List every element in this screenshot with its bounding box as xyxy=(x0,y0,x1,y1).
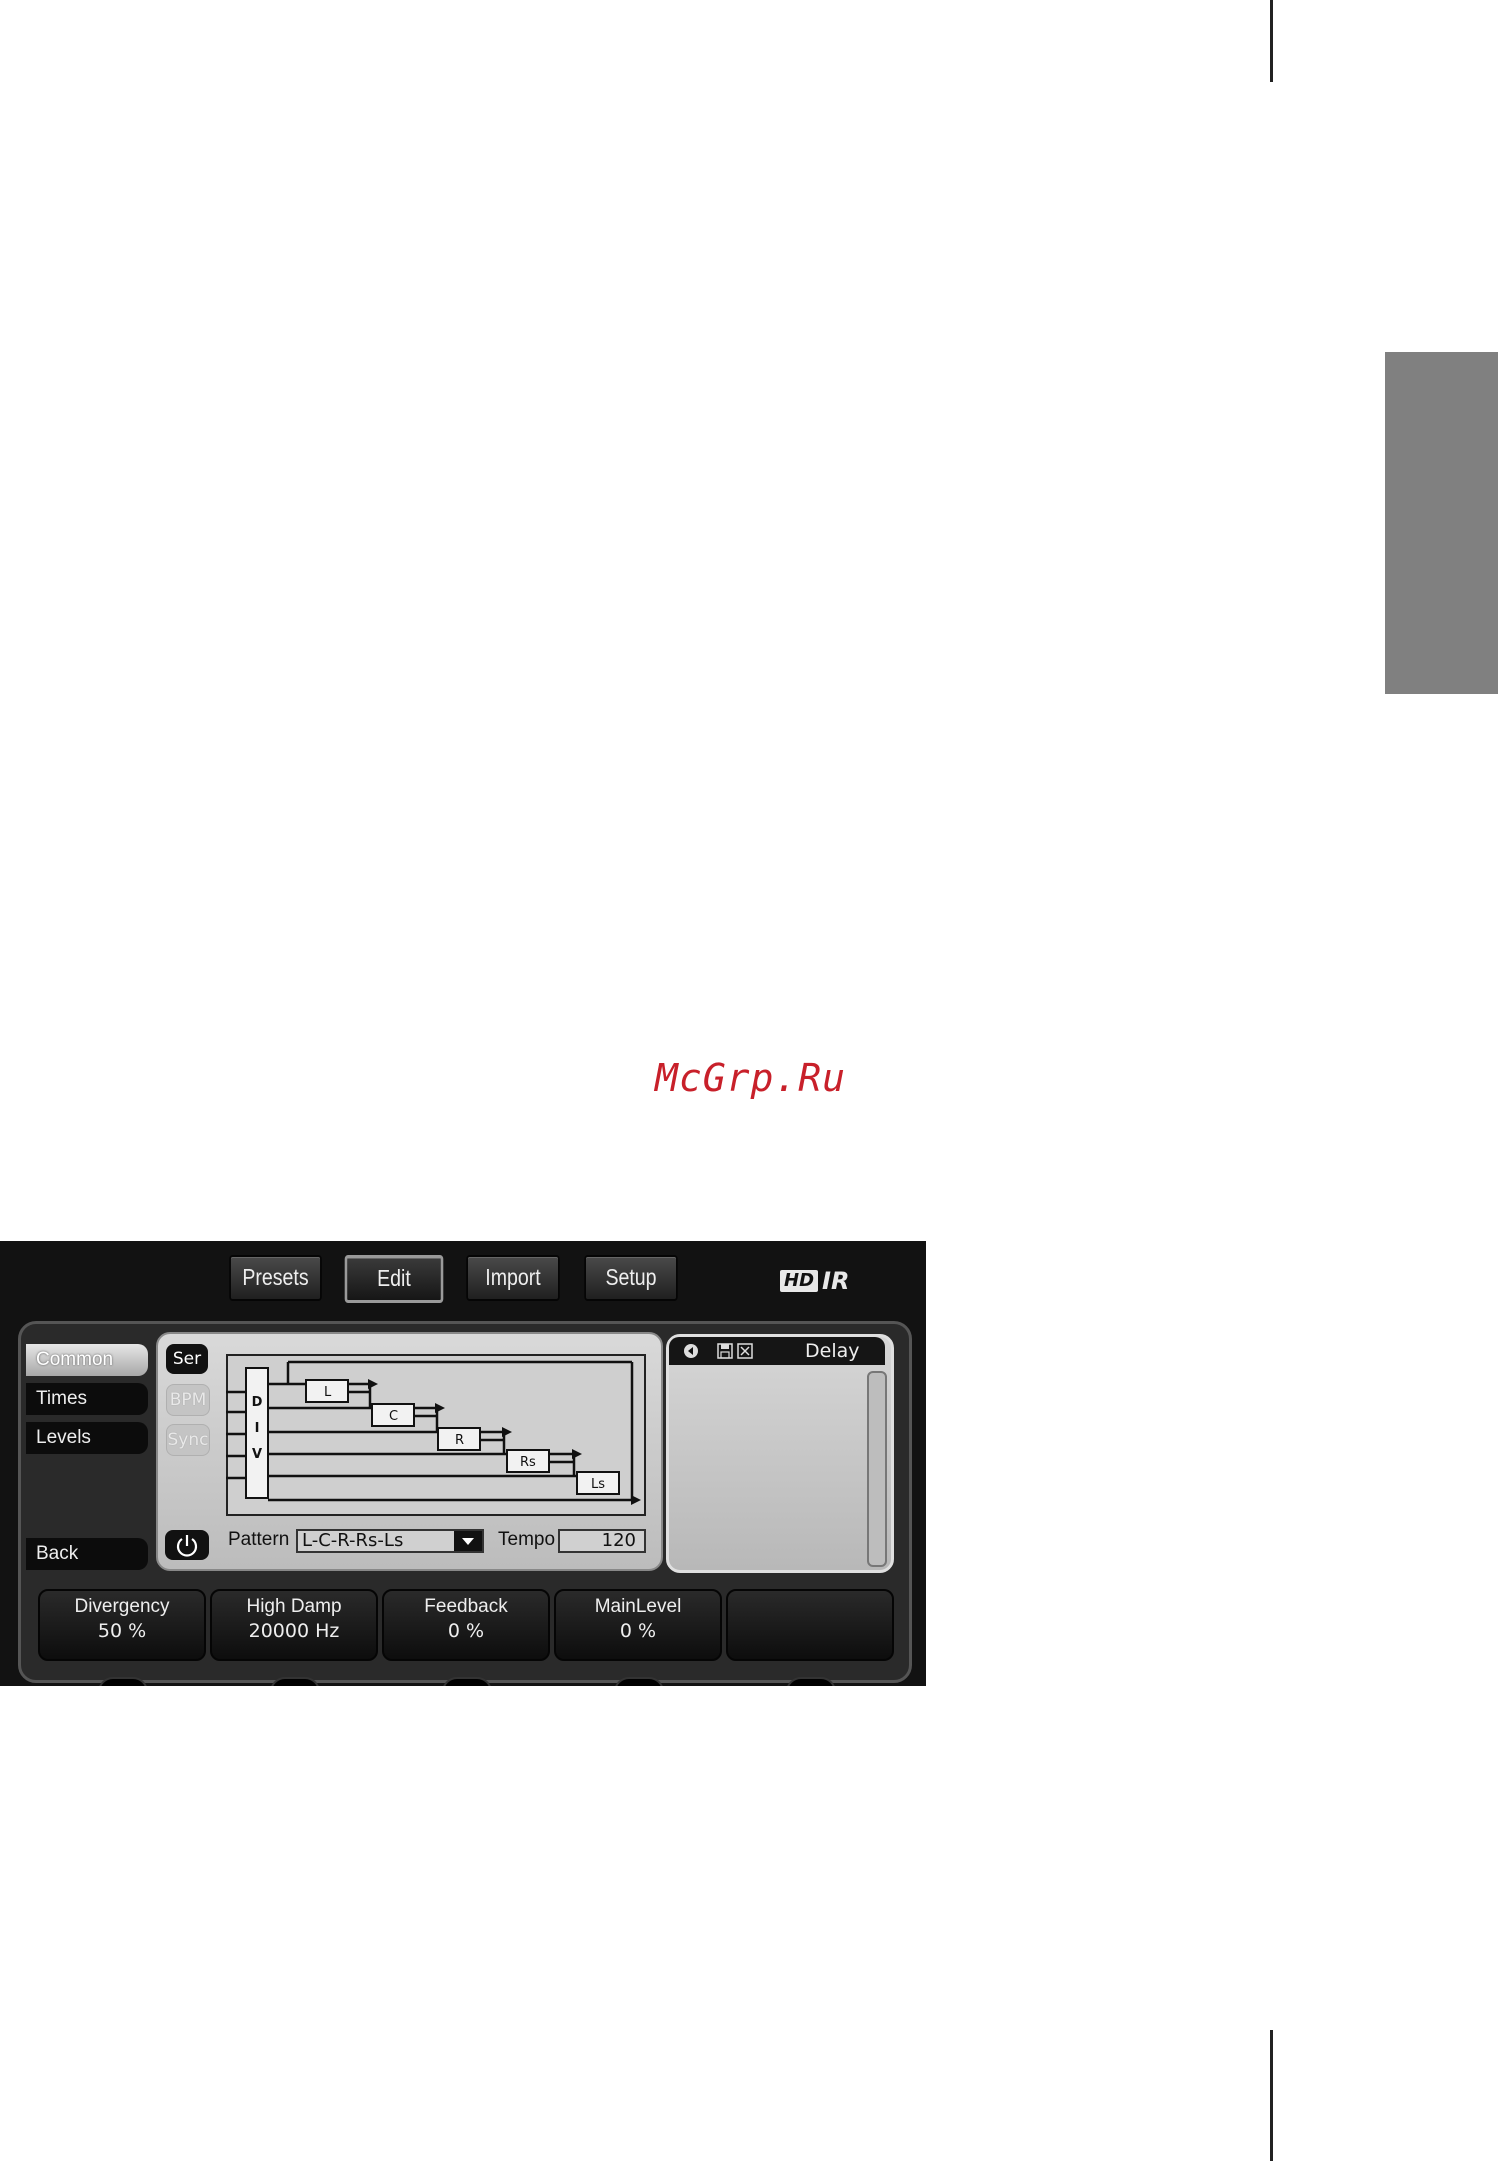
hardware-knob[interactable] xyxy=(786,1677,836,1686)
knob-value: 0 % xyxy=(619,1620,657,1642)
watermark: McGrp.Ru xyxy=(655,1056,847,1100)
preset-panel: Delay xyxy=(666,1334,894,1573)
knob-value: 20000 Hz xyxy=(248,1620,340,1642)
pattern-dropdown[interactable]: L-C-R-Rs-Ls xyxy=(296,1529,484,1553)
close-icon[interactable] xyxy=(737,1343,753,1359)
knob-name: MainLevel xyxy=(594,1596,682,1617)
preset-panel-title: Delay xyxy=(805,1340,860,1362)
knob-empty[interactable] xyxy=(726,1589,894,1661)
pattern-label: Pattern xyxy=(228,1529,290,1550)
menu-item-levels[interactable]: Levels xyxy=(26,1422,148,1454)
knob-main-level[interactable]: MainLevel 0 % xyxy=(554,1589,722,1661)
menu-item-times[interactable]: Times xyxy=(26,1383,148,1415)
tap-r: R xyxy=(455,1433,464,1448)
knob-name: High Damp xyxy=(246,1596,342,1617)
tap-routing-diagram: D I V L C R Rs Ls xyxy=(226,1354,646,1516)
tempo-label: Tempo xyxy=(498,1529,556,1550)
hardware-knob[interactable] xyxy=(98,1677,148,1686)
hardware-knob[interactable] xyxy=(614,1677,664,1686)
tempo-field[interactable]: 120 xyxy=(558,1529,646,1553)
preset-panel-header: Delay xyxy=(669,1337,885,1365)
knob-value: 0 % xyxy=(447,1620,485,1642)
knob-name: Feedback xyxy=(424,1596,508,1617)
knob-value: 50 % xyxy=(97,1620,147,1642)
tap-ls: Ls xyxy=(591,1477,605,1492)
save-icon[interactable] xyxy=(717,1343,733,1359)
tap-rs: Rs xyxy=(520,1455,536,1470)
crop-mark-top xyxy=(1270,0,1273,82)
tab-edit[interactable]: Edit xyxy=(344,1255,444,1303)
plugin-window: Presets Edit Import Setup HD IR Common T… xyxy=(0,1241,926,1686)
bpm-button[interactable]: BPM xyxy=(166,1384,210,1416)
tab-setup[interactable]: Setup xyxy=(584,1255,678,1301)
div-label-d: D xyxy=(252,1395,263,1410)
knob-divergency[interactable]: Divergency 50 % xyxy=(38,1589,206,1661)
ser-button[interactable]: Ser xyxy=(166,1344,208,1374)
power-button[interactable] xyxy=(165,1530,209,1560)
chapter-side-tab xyxy=(1385,352,1498,694)
hdir-logo: HD IR xyxy=(780,1267,849,1295)
pattern-value: L-C-R-Rs-Ls xyxy=(302,1530,404,1551)
logo-hd: HD xyxy=(780,1270,819,1292)
tab-import[interactable]: Import xyxy=(466,1255,560,1301)
div-label-i: I xyxy=(255,1421,260,1436)
delay-editor-panel: Ser BPM Sync D I V L C R Rs Ls Pattern L… xyxy=(156,1332,663,1571)
hardware-knob[interactable] xyxy=(270,1677,320,1686)
hardware-knob[interactable] xyxy=(442,1677,492,1686)
menu-item-common[interactable]: Common xyxy=(26,1344,148,1376)
tap-l: L xyxy=(324,1385,332,1400)
preset-list-scrollbar[interactable] xyxy=(867,1371,887,1567)
back-arrow-icon[interactable] xyxy=(683,1343,699,1359)
crop-mark-bottom xyxy=(1270,2030,1273,2161)
knob-high-damp[interactable]: High Damp 20000 Hz xyxy=(210,1589,378,1661)
div-label-v: V xyxy=(252,1447,262,1462)
chevron-down-icon[interactable] xyxy=(454,1531,482,1551)
knob-feedback[interactable]: Feedback 0 % xyxy=(382,1589,550,1661)
back-button[interactable]: Back xyxy=(26,1538,148,1570)
knob-name: Divergency xyxy=(74,1596,170,1617)
tap-c: C xyxy=(389,1409,398,1424)
power-icon xyxy=(176,1535,198,1557)
sync-button[interactable]: Sync xyxy=(166,1424,210,1456)
logo-ir: IR xyxy=(822,1267,850,1295)
tab-presets[interactable]: Presets xyxy=(229,1255,322,1301)
